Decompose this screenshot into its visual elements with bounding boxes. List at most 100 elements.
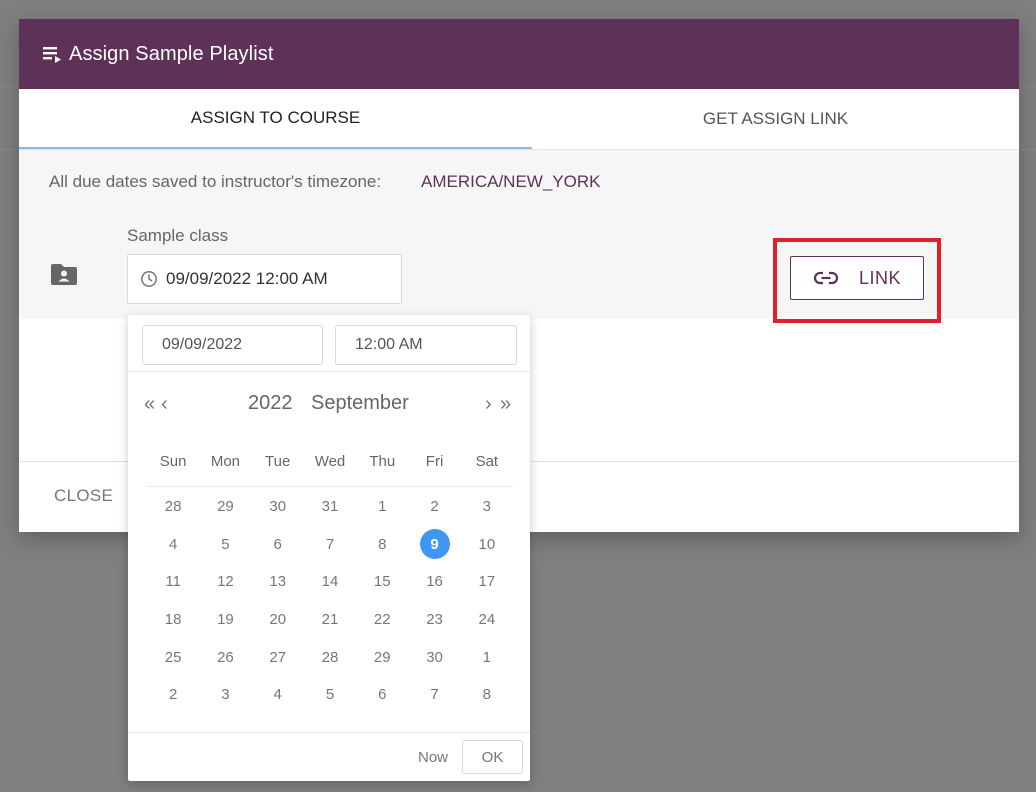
calendar-day[interactable]: 28 [304, 642, 356, 672]
calendar-day[interactable]: 16 [408, 567, 460, 597]
calendar-day-label: 6 [273, 535, 282, 553]
calendar-day[interactable]: 30 [408, 642, 460, 672]
playlist-play-icon [43, 47, 61, 63]
weekday-header: Sun Mon Tue Wed Thu Fri Sat [147, 453, 513, 487]
calendar-day[interactable]: 8 [356, 529, 408, 559]
calendar-day-label: 7 [325, 535, 335, 553]
calendar-day-label: 5 [325, 686, 335, 704]
calendar-day[interactable]: 29 [199, 492, 251, 522]
calendar-day-label: 16 [426, 573, 443, 591]
calendar-day[interactable]: 8 [461, 680, 513, 710]
calendar-day-selected[interactable]: 9 [408, 529, 460, 560]
tab-get-assign-link[interactable]: GET ASSIGN LINK [532, 89, 1019, 149]
calendar-day[interactable]: 10 [461, 529, 513, 559]
calendar-day[interactable]: 7 [304, 529, 356, 559]
calendar-day[interactable]: 7 [408, 680, 460, 710]
calendar-day[interactable]: 4 [147, 529, 199, 559]
calendar-day[interactable]: 29 [356, 642, 408, 672]
link-icon [813, 271, 839, 285]
timezone-value: AMERICA/NEW_YORK [421, 172, 601, 191]
now-button[interactable]: Now [418, 749, 448, 766]
calendar-day[interactable]: 3 [199, 680, 251, 710]
calendar-day[interactable]: 11 [147, 567, 199, 597]
calendar-day[interactable]: 27 [252, 642, 304, 672]
calendar-day[interactable]: 22 [356, 605, 408, 635]
calendar-day[interactable]: 4 [252, 680, 304, 710]
background-divider [0, 149, 19, 150]
calendar-week-row: 25 26 27 28 29 30 1 [147, 638, 513, 676]
picker-date-input[interactable]: 09/09/2022 [142, 325, 323, 365]
calendar-day[interactable]: 26 [199, 642, 251, 672]
calendar-day-label: 2 [430, 498, 439, 516]
calendar-day[interactable]: 1 [461, 642, 513, 672]
calendar-day-label: 1 [378, 498, 387, 516]
prev-year-icon[interactable]: « [144, 392, 155, 416]
calendar-day-label: 8 [378, 535, 387, 553]
calendar-day-label: 30 [269, 498, 287, 516]
calendar-day-label: 1 [482, 648, 491, 666]
calendar-day[interactable]: 25 [147, 642, 199, 672]
calendar-day-label: 21 [321, 611, 339, 629]
calendar-day[interactable]: 18 [147, 605, 199, 635]
calendar-day-label: 31 [321, 498, 339, 516]
ok-button[interactable]: OK [462, 740, 523, 774]
due-date-field[interactable]: 09/09/2022 12:00 AM [127, 254, 402, 304]
calendar-day[interactable]: 6 [252, 529, 304, 559]
calendar-day[interactable]: 5 [199, 529, 251, 559]
calendar-day-grid: 28 29 30 31 1 2 3 4 5 6 7 8 9 10 11 12 13 14 15 16 17 18 19 20 2… [147, 488, 513, 714]
calendar-day-label: 29 [373, 648, 391, 666]
weekday-label: Thu [369, 453, 396, 470]
link-button[interactable]: LINK [790, 256, 924, 300]
calendar-year[interactable]: 2022 [248, 392, 293, 415]
calendar-day[interactable]: 17 [461, 567, 513, 597]
calendar-day[interactable]: 6 [356, 680, 408, 710]
calendar-day-label: 3 [482, 498, 491, 516]
background-divider [1019, 86, 1036, 87]
calendar-day-label: 24 [478, 611, 496, 629]
calendar-day[interactable]: 12 [199, 567, 251, 597]
calendar-week-row: 11 12 13 14 15 16 17 [147, 563, 513, 601]
picker-inputs: 09/09/2022 12:00 AM [128, 315, 530, 372]
calendar-day[interactable]: 2 [408, 492, 460, 522]
calendar-day[interactable]: 21 [304, 605, 356, 635]
close-button[interactable]: CLOSE [54, 486, 113, 506]
calendar-day[interactable]: 13 [252, 567, 304, 597]
calendar-day[interactable]: 24 [461, 605, 513, 635]
picker-time-input[interactable]: 12:00 AM [335, 325, 517, 365]
calendar-day[interactable]: 30 [252, 492, 304, 522]
calendar-day[interactable]: 5 [304, 680, 356, 710]
tab-assign-to-course[interactable]: ASSIGN TO COURSE [19, 89, 532, 149]
calendar-day[interactable]: 3 [461, 492, 513, 522]
next-month-icon[interactable]: › [485, 392, 492, 416]
calendar-day-label: 7 [430, 686, 439, 704]
calendar-day[interactable]: 20 [252, 605, 304, 635]
calendar-day[interactable]: 2 [147, 680, 199, 710]
calendar-day-label: 12 [217, 573, 234, 591]
date-picker-popup: 09/09/2022 12:00 AM « ‹ 2022 September ›… [128, 315, 530, 781]
clock-icon [141, 271, 157, 287]
calendar-day-label: 2 [168, 686, 178, 704]
calendar-day[interactable]: 19 [199, 605, 251, 635]
calendar-day[interactable]: 1 [356, 492, 408, 522]
calendar-day[interactable]: 28 [147, 492, 199, 522]
weekday-label: Mon [210, 453, 241, 470]
weekday-label: Wed [314, 453, 346, 470]
calendar-day-label: 14 [321, 573, 339, 591]
calendar-day-label: 28 [321, 648, 339, 666]
calendar-day[interactable]: 15 [356, 567, 408, 597]
calendar-month[interactable]: September [311, 392, 409, 415]
calendar-day-label: 22 [373, 611, 391, 629]
next-year-icon[interactable]: » [500, 392, 511, 416]
calendar-day[interactable]: 14 [304, 567, 356, 597]
calendar-day-label: 4 [168, 535, 178, 553]
prev-month-icon[interactable]: ‹ [161, 392, 168, 416]
calendar-week-row: 2 3 4 5 6 7 8 [147, 676, 513, 714]
calendar-day[interactable]: 31 [304, 492, 356, 522]
calendar-day-label: 27 [269, 648, 287, 666]
calendar-day[interactable]: 23 [408, 605, 460, 635]
calendar-week-row: 28 29 30 31 1 2 3 [147, 488, 513, 526]
weekday-label: Fri [425, 453, 444, 470]
calendar-day-label: 30 [426, 648, 443, 666]
calendar-day-label: 25 [164, 648, 182, 666]
timezone-label: All due dates saved to instructor's time… [49, 172, 382, 191]
